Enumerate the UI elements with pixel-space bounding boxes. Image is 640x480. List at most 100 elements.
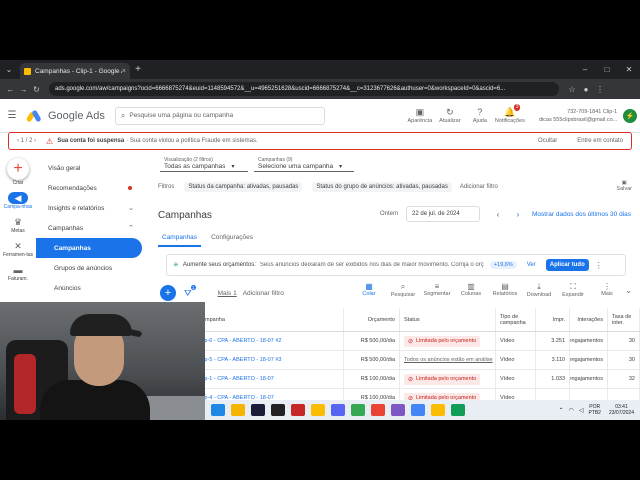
add-filter-link[interactable]: Adicionar filtro <box>243 290 284 297</box>
more-vert-icon[interactable]: ⋮ <box>595 261 603 270</box>
nav-item-ads[interactable]: Anúncios <box>36 278 142 298</box>
show-last-30-link[interactable]: Mostrar dados dos últimos 30 dias <box>532 211 631 218</box>
header-tool-notifications[interactable]: 🔔 3 Notificações <box>495 104 525 124</box>
date-picker[interactable]: 22 de jul. de 2024 <box>406 206 481 222</box>
view-dropdown[interactable]: Visualização (2 filtros) Todas as campan… <box>160 156 248 172</box>
budget-cell[interactable]: R$ 100,00/dia <box>344 370 400 388</box>
tool-search[interactable]: ⌕ Pesquisar <box>386 282 420 298</box>
tab-close-icon[interactable]: × <box>122 68 126 75</box>
apply-all-button[interactable]: Aplicar tudo <box>545 259 589 271</box>
tool-reports[interactable]: ▤ Relatórios <box>488 282 522 298</box>
view-button[interactable]: Ver <box>527 262 536 268</box>
add-campaign-button[interactable]: + <box>160 285 176 301</box>
column-header-budget[interactable]: Orçamento <box>344 308 400 331</box>
column-header-status[interactable]: Status <box>400 308 496 331</box>
star-icon[interactable]: ☆ <box>565 85 579 94</box>
chrome-icon[interactable] <box>311 404 325 416</box>
chrome-profile-icon[interactable] <box>451 404 465 416</box>
reload-icon[interactable]: ↻ <box>30 85 43 94</box>
hamburger-menu-icon[interactable]: ☰ <box>2 110 22 121</box>
photoshop-icon[interactable] <box>251 404 265 416</box>
tool-paste[interactable]: ▦ Colar <box>352 282 386 298</box>
chrome-profile-icon[interactable] <box>411 404 425 416</box>
contact-button[interactable]: Entre em contato <box>577 138 623 144</box>
app-icon[interactable] <box>291 404 305 416</box>
rail-item-tools[interactable]: ✕ Ferramen-tas <box>0 240 36 259</box>
filter-icon[interactable]: ⛛ 1 <box>184 284 196 299</box>
tab-settings[interactable]: Configurações <box>207 234 257 247</box>
tool-columns[interactable]: ▥ Colunas <box>454 282 488 298</box>
chrome-profile-icon[interactable] <box>431 404 445 416</box>
chrome-profile-icon[interactable] <box>351 404 365 416</box>
nav-item-overview[interactable]: Visão geral <box>36 158 142 178</box>
filter-chip[interactable]: Status da campanha: ativadas, pausadas <box>184 182 303 192</box>
file-explorer-icon[interactable] <box>231 404 245 416</box>
more-filters-link[interactable]: Mais 1 <box>218 290 237 297</box>
column-header-impressions[interactable]: Impr. <box>536 308 570 331</box>
discord-icon[interactable] <box>331 404 345 416</box>
rail-item-billing[interactable]: ▬ Faturam. <box>0 264 36 282</box>
nav-item-campaigns-sub[interactable]: Campanhas <box>36 238 142 258</box>
rail-item-create[interactable]: + Criar <box>0 152 36 186</box>
table-row[interactable]: Clip-5 - CPA - ABERTO - 18-07 #3 R$ 500,… <box>194 351 640 370</box>
filter-chip[interactable]: Status do grupo de anúncios: ativadas, p… <box>312 182 452 192</box>
volume-icon[interactable]: ◁ <box>579 407 584 414</box>
campaign-name-link[interactable]: Clip-6 - CPA - ABERTO - 18-07 #2 <box>194 332 344 350</box>
search-input[interactable]: ⌕ Pesquise uma página ou campanha <box>114 106 325 125</box>
nav-item-ad-groups[interactable]: Grupos de anúncios <box>36 258 142 278</box>
tab-search-icon[interactable]: ⌄ <box>0 60 18 79</box>
add-filter-link[interactable]: Adicionar filtro <box>460 184 498 190</box>
tool-more[interactable]: ⋮ Mais <box>590 282 624 298</box>
taskbar-app-icon[interactable] <box>211 404 225 416</box>
nav-item-recommendations[interactable]: Recomendações <box>36 178 142 198</box>
nav-item-campaigns[interactable]: Campanhas ⌃ <box>36 218 142 238</box>
language-indicator[interactable]: POR PTB2 <box>588 404 601 416</box>
back-icon[interactable]: ← <box>4 85 17 94</box>
clock[interactable]: 03:41 23/07/2024 <box>609 404 634 416</box>
chevron-left-icon[interactable]: ‹ <box>488 210 508 219</box>
tray-chevron-icon[interactable]: ⌃ <box>559 407 564 414</box>
address-bar[interactable]: ads.google.com/aw/campaigns?ocid=6666875… <box>49 82 559 96</box>
tool-segment[interactable]: ≡ Segmentar <box>420 282 454 298</box>
table-row[interactable]: Clip-1 - CPA - ABERTO - 18-07 R$ 100,00/… <box>194 370 640 389</box>
collapse-chevron-icon[interactable]: ⌄ <box>625 286 632 295</box>
browser-tab[interactable]: Campanhas - Clip-1 - Google Ads × <box>20 63 130 79</box>
column-header-campaign[interactable]: Campanha <box>194 308 344 331</box>
status-text[interactable]: Todos os anúncios estão em análise <box>404 357 493 363</box>
tool-expand[interactable]: ⛶ Expandir <box>556 282 590 298</box>
capcut-icon[interactable] <box>271 404 285 416</box>
close-window-button[interactable]: ✕ <box>618 65 640 74</box>
rail-item-goals[interactable]: ♛ Metas <box>0 216 36 235</box>
header-tool-refresh[interactable]: ↻ Atualizar <box>435 107 465 124</box>
budget-cell[interactable]: R$ 500,00/dia <box>344 351 400 369</box>
profile-icon[interactable]: ● <box>579 85 593 94</box>
banner-pager[interactable]: ‹ 1 / 2 › <box>17 138 36 144</box>
rail-item-campaigns[interactable]: ◀ Campa-nhas <box>0 192 36 210</box>
nav-item-insights[interactable]: Insights e relatórios ⌄ <box>36 198 142 218</box>
account-info[interactable]: 732-709-1841 Clip-1 dicas 555clipsbrasil… <box>539 108 617 124</box>
menu-icon[interactable]: ⋮ <box>593 85 607 94</box>
header-tool-help[interactable]: ? Ajuda <box>465 107 495 124</box>
hide-button[interactable]: Ocultar <box>538 138 557 144</box>
table-row[interactable]: Clip-6 - CPA - ABERTO - 18-07 #2 R$ 500,… <box>194 332 640 351</box>
column-header-type[interactable]: Tipo de campanha <box>496 308 536 331</box>
column-header-rate[interactable]: Taxa de inter. <box>608 308 640 331</box>
minimize-button[interactable]: – <box>574 65 596 74</box>
column-header-interactions[interactable]: Interações <box>570 308 608 331</box>
app-icon[interactable] <box>391 404 405 416</box>
wifi-icon[interactable]: ◠ <box>569 407 574 414</box>
new-tab-button[interactable]: + <box>130 64 146 75</box>
chrome-profile-icon[interactable] <box>371 404 385 416</box>
tab-campaigns[interactable]: Campanhas <box>158 234 202 247</box>
budget-cell[interactable]: R$ 500,00/dia <box>344 332 400 350</box>
campaign-dropdown[interactable]: Campanhas (9) Selecione uma campanha ▾ <box>254 156 354 172</box>
header-tool-appearance[interactable]: ▣ Aparência <box>405 107 435 124</box>
avatar[interactable]: ⚡ <box>623 108 638 123</box>
campaign-name-link[interactable]: Clip-5 - CPA - ABERTO - 18-07 #3 <box>194 351 344 369</box>
campaign-name-link[interactable]: Clip-1 - CPA - ABERTO - 18-07 <box>194 370 344 388</box>
tool-download[interactable]: ⤓ Download <box>522 282 556 298</box>
chevron-right-icon[interactable]: › <box>508 210 528 219</box>
maximize-button[interactable]: □ <box>596 65 618 74</box>
forward-icon[interactable]: → <box>17 85 30 94</box>
save-button[interactable]: ▣ Salvar <box>616 180 632 192</box>
